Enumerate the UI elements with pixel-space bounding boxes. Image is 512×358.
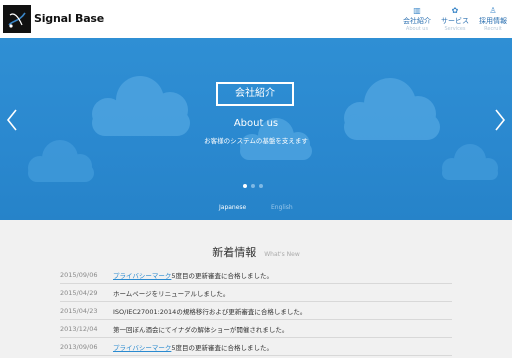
site-header: Signal Base ▥ 会社紹介 About us ✿ サービス Servi… [0, 0, 512, 38]
news-heading: 新着情報 What's New [0, 241, 512, 260]
nav-label: 会社紹介 [403, 17, 431, 25]
hero-slider: 会社紹介 About us お客様のシステムの基盤を支えます Japanese … [0, 38, 512, 220]
news-date: 2015/04/23 [60, 306, 98, 315]
slider-pagination [243, 184, 263, 188]
about-us-button[interactable]: 会社紹介 [216, 82, 294, 106]
slider-dot[interactable] [243, 184, 247, 188]
nav-item-about[interactable]: ▥ 会社紹介 About us [398, 6, 436, 33]
gear-icon: ✿ [451, 6, 459, 15]
hero-title: About us [233, 118, 279, 129]
news-date: 2013/09/06 [60, 342, 98, 351]
nav-label: サービス [441, 17, 469, 25]
news-text: ホームページをリニューアルしました。 [113, 289, 230, 298]
building-icon: ▥ [413, 6, 421, 15]
logo-mark-icon [3, 4, 31, 33]
news-link[interactable]: プライバシーマーク [113, 342, 171, 352]
news-link[interactable]: プライバシーマーク [113, 270, 171, 280]
news-item: 2015/04/23 ISO/IEC27001:2014の規格移行および更新審査… [60, 302, 452, 320]
news-title: 新着情報 [212, 246, 257, 259]
news-date: 2015/04/29 [60, 288, 98, 297]
logo-text: Signal Base [34, 12, 105, 25]
news-item: 2013/12/04 第一回ぼん酒会にてイナダの解体ショーが開催されました。 [60, 320, 452, 338]
nav-label: 採用情報 [479, 17, 507, 25]
cloud-illustration [28, 76, 498, 182]
news-date: 2015/09/06 [60, 270, 98, 279]
nav-item-services[interactable]: ✿ サービス Services [436, 6, 474, 33]
person-icon: ♙ [489, 6, 497, 15]
news-text: 5度目の更新審査に合格しました。 [171, 343, 274, 352]
site-logo[interactable]: Signal Base [3, 4, 104, 33]
nav-sublabel: About us [405, 26, 429, 32]
slider-dot[interactable] [251, 184, 255, 188]
news-subtitle: What's New [264, 251, 300, 258]
hero-subtitle: お客様のシステムの基盤を支えます [204, 137, 308, 145]
news-text: 第一回ぼん酒会にてイナダの解体ショーが開催されました。 [113, 325, 289, 334]
nav-item-recruit[interactable]: ♙ 採用情報 Recruit [474, 6, 512, 33]
news-item: 2015/04/29 ホームページをリニューアルしました。 [60, 284, 452, 302]
nav-sublabel: Services [444, 26, 466, 32]
news-item: 2013/09/06 プライバシーマーク 5度目の更新審査に合格しました。 [60, 338, 452, 356]
news-list: 2015/09/06 プライバシーマーク 5度目の更新審査に合格しました。 201… [60, 266, 452, 356]
language-english-link[interactable]: English [271, 204, 293, 211]
slider-dot[interactable] [259, 184, 263, 188]
news-section: 新着情報 What's New 2015/09/06 プライバシーマーク 5度目の更… [0, 220, 512, 358]
news-text: ISO/IEC27001:2014の規格移行および更新審査に合格しました。 [113, 307, 307, 316]
nav-sublabel: Recruit [484, 26, 502, 32]
language-japanese-link[interactable]: Japanese [219, 204, 246, 211]
news-item: 2015/09/06 プライバシーマーク 5度目の更新審査に合格しました。 [60, 266, 452, 284]
news-date: 2013/12/04 [60, 324, 98, 333]
main-nav: ▥ 会社紹介 About us ✿ サービス Services ♙ 採用情報 R… [398, 6, 512, 33]
news-text: 5度目の更新審査に合格しました。 [171, 271, 274, 280]
